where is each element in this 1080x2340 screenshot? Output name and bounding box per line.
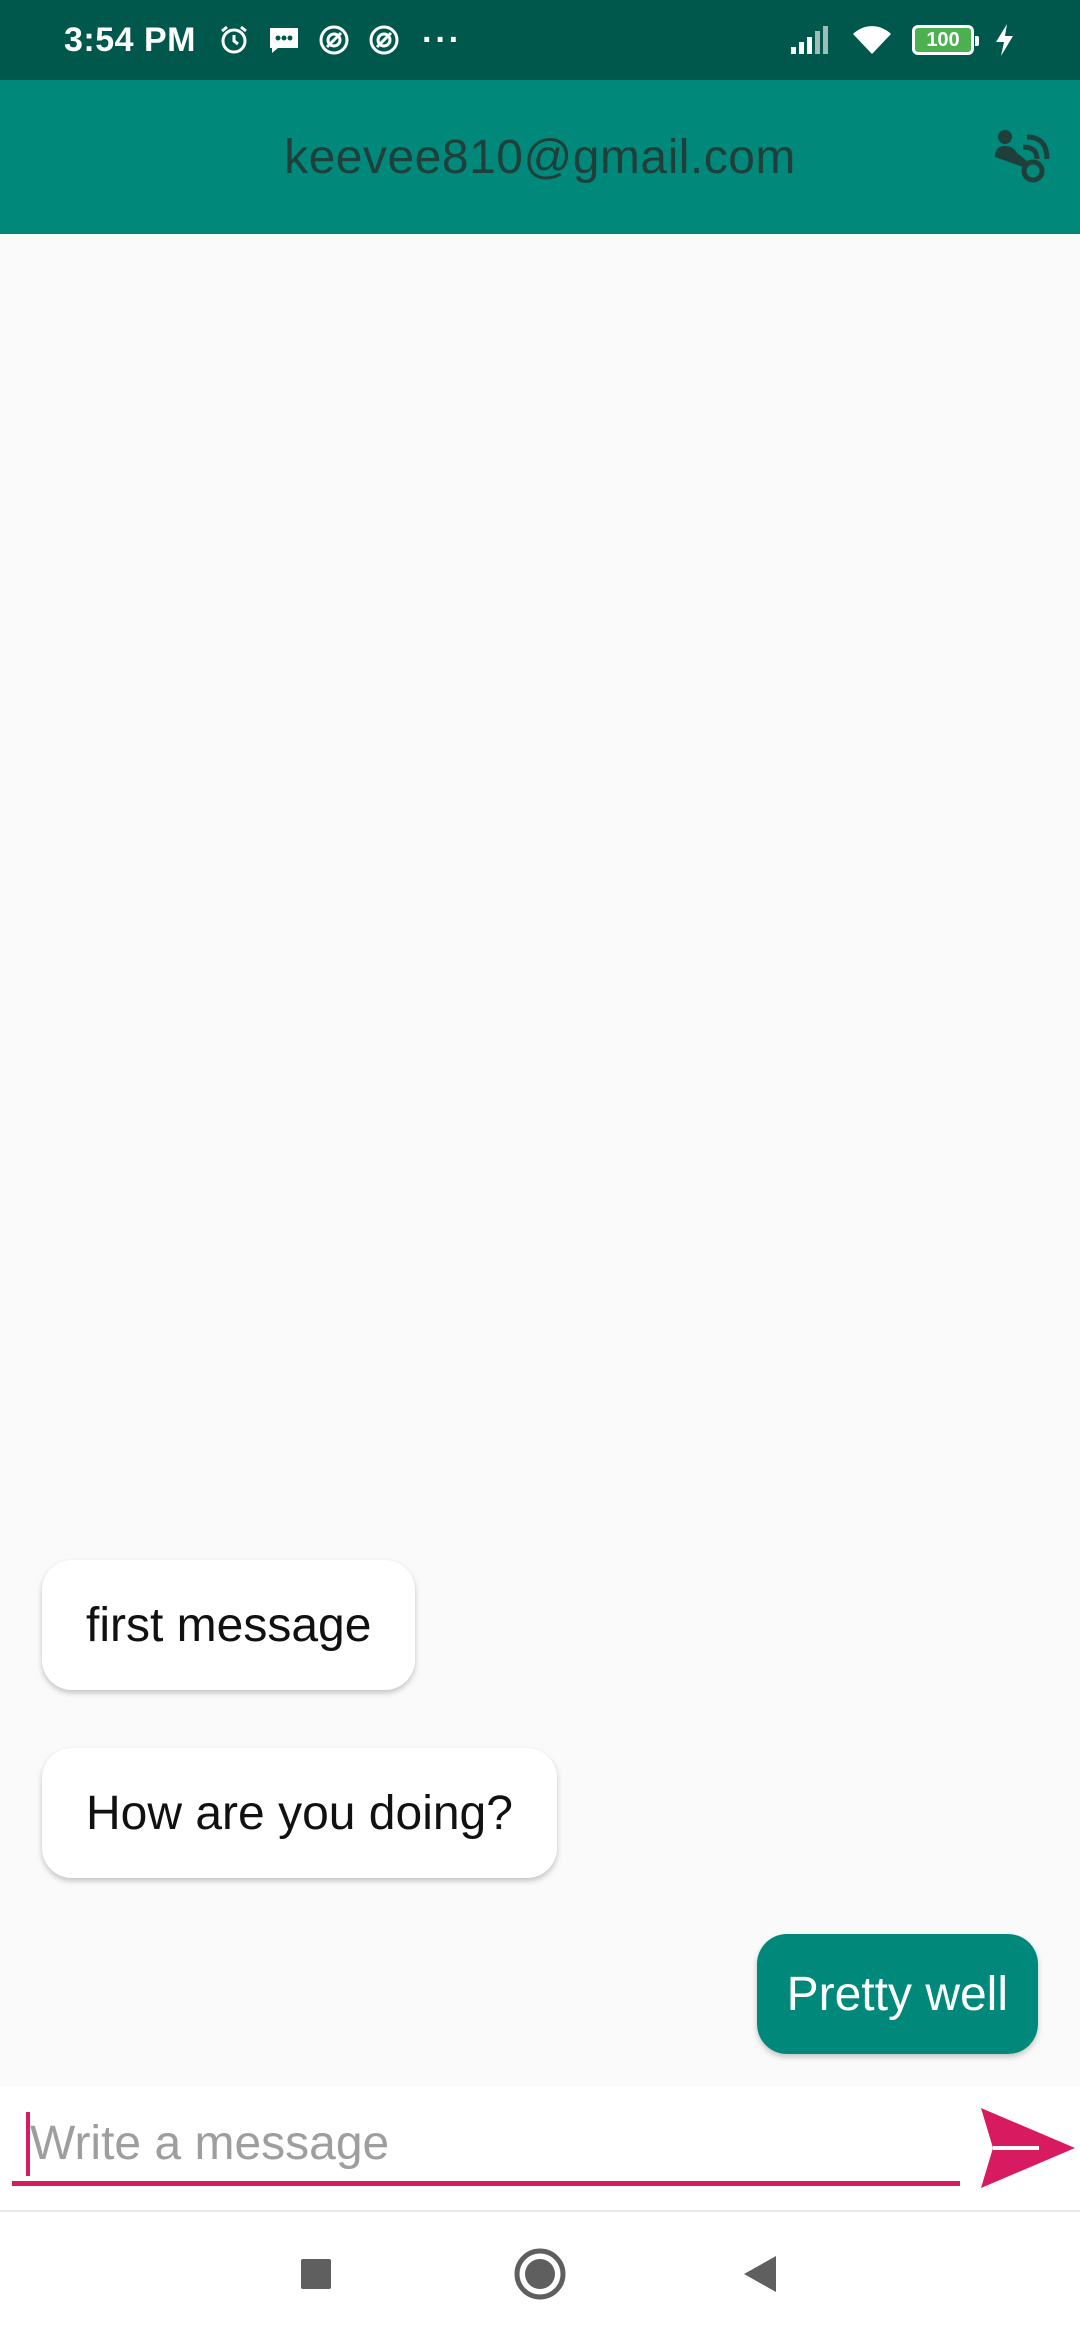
video-call-icon	[993, 127, 1053, 188]
back-icon	[742, 2254, 778, 2299]
video-call-button[interactable]	[990, 124, 1056, 190]
sync-icon	[316, 22, 352, 58]
message-list[interactable]: first message How are you doing? Pretty …	[0, 234, 1080, 2086]
message-bubble-outgoing[interactable]: Pretty well	[756, 1934, 1038, 2054]
send-icon	[979, 2106, 1077, 2195]
status-left-icons: ···	[216, 21, 462, 60]
message-input[interactable]	[12, 2106, 960, 2186]
status-right-icons: 100	[788, 22, 1016, 58]
text-cursor	[26, 2112, 30, 2176]
app-bar: keevee810@gmail.com	[0, 80, 1080, 234]
composer	[0, 2086, 1080, 2212]
battery-level: 100	[926, 28, 960, 51]
message-bubble-incoming[interactable]: first message	[42, 1560, 416, 1690]
signal-icon	[788, 22, 832, 58]
page-title: keevee810@gmail.com	[284, 130, 796, 184]
system-nav-bar	[0, 2212, 1080, 2340]
recents-button[interactable]	[284, 2244, 348, 2308]
alarm-icon	[216, 22, 252, 58]
status-time: 3:54 PM	[64, 20, 196, 59]
battery-icon: 100	[912, 25, 979, 55]
home-button[interactable]	[508, 2244, 572, 2308]
send-button[interactable]	[976, 2102, 1080, 2198]
more-notifications-icon: ···	[422, 20, 462, 59]
message-bubble-incoming[interactable]: How are you doing?	[42, 1748, 557, 1878]
status-bar: 3:54 PM ··· 100	[0, 0, 1080, 80]
recents-icon	[300, 2258, 332, 2295]
message-icon	[266, 22, 302, 58]
home-icon	[513, 2247, 567, 2306]
back-button[interactable]	[728, 2244, 792, 2308]
sync-icon	[366, 22, 402, 58]
wifi-icon	[850, 22, 894, 58]
charging-icon	[992, 22, 1016, 58]
